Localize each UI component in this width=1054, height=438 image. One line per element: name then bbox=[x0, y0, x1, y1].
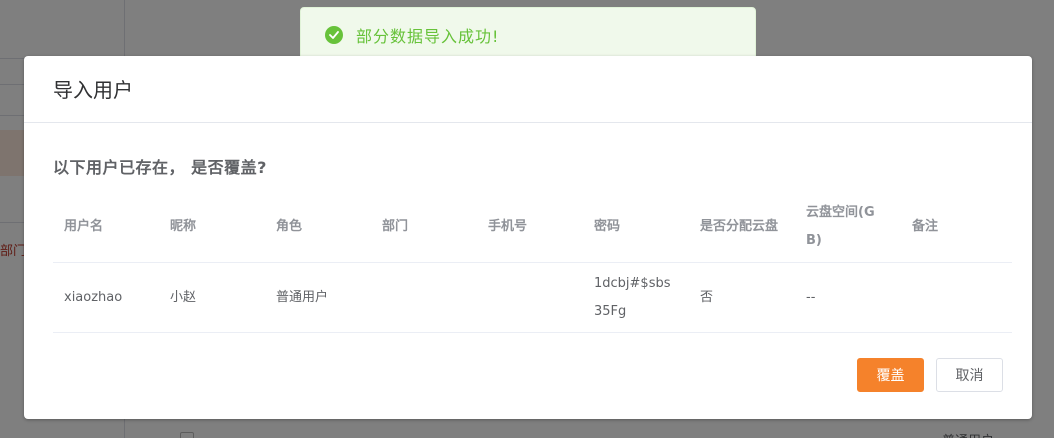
check-circle-icon bbox=[325, 26, 343, 44]
overwrite-question: 以下用户已存在， 是否覆盖? bbox=[53, 158, 267, 177]
column-header: 昵称 bbox=[170, 219, 197, 234]
cell-remark bbox=[901, 263, 1007, 332]
table-header-row: 用户名 昵称 角色 部门 手机号 密码 是否分配云盘 云盘空间(GB) 备注 bbox=[53, 192, 1012, 263]
dialog-title: 导入用户 bbox=[53, 78, 133, 102]
cell-cloud-disk-space: -- bbox=[806, 289, 816, 305]
cell-username: xiaozhao bbox=[64, 289, 123, 305]
cell-cloud-disk-assigned: 否 bbox=[700, 289, 714, 305]
column-header: 密码 bbox=[594, 219, 621, 234]
success-toast: 部分数据导入成功! bbox=[300, 7, 756, 63]
cell-password: 1dcbj#$sbs35Fg bbox=[594, 275, 671, 319]
dialog-footer: 覆盖 取消 bbox=[857, 358, 1003, 392]
cancel-button[interactable]: 取消 bbox=[936, 358, 1003, 392]
column-header: 云盘空间(GB) bbox=[806, 205, 875, 248]
cell-department bbox=[371, 263, 477, 332]
table-row: xiaozhao 小赵 普通用户 1dcbj#$sbs35Fg 否 -- bbox=[53, 263, 1012, 333]
column-header: 部门 bbox=[382, 219, 409, 234]
column-header: 角色 bbox=[276, 219, 303, 234]
column-header: 用户名 bbox=[64, 219, 104, 234]
column-header: 是否分配云盘 bbox=[700, 219, 779, 234]
import-users-dialog: 导入用户 以下用户已存在， 是否覆盖? 用户名 昵称 角色 部门 手机号 密码 … bbox=[24, 56, 1032, 419]
dialog-header: 导入用户 bbox=[24, 56, 1032, 123]
toast-message: 部分数据导入成功! bbox=[356, 27, 500, 46]
cell-phone bbox=[477, 263, 583, 332]
column-header: 备注 bbox=[912, 219, 939, 234]
overwrite-button[interactable]: 覆盖 bbox=[857, 358, 924, 392]
cell-role: 普通用户 bbox=[276, 289, 329, 305]
cell-nickname: 小赵 bbox=[170, 289, 197, 305]
column-header: 手机号 bbox=[488, 219, 528, 234]
existing-users-table: 用户名 昵称 角色 部门 手机号 密码 是否分配云盘 云盘空间(GB) 备注 x… bbox=[53, 192, 1012, 333]
